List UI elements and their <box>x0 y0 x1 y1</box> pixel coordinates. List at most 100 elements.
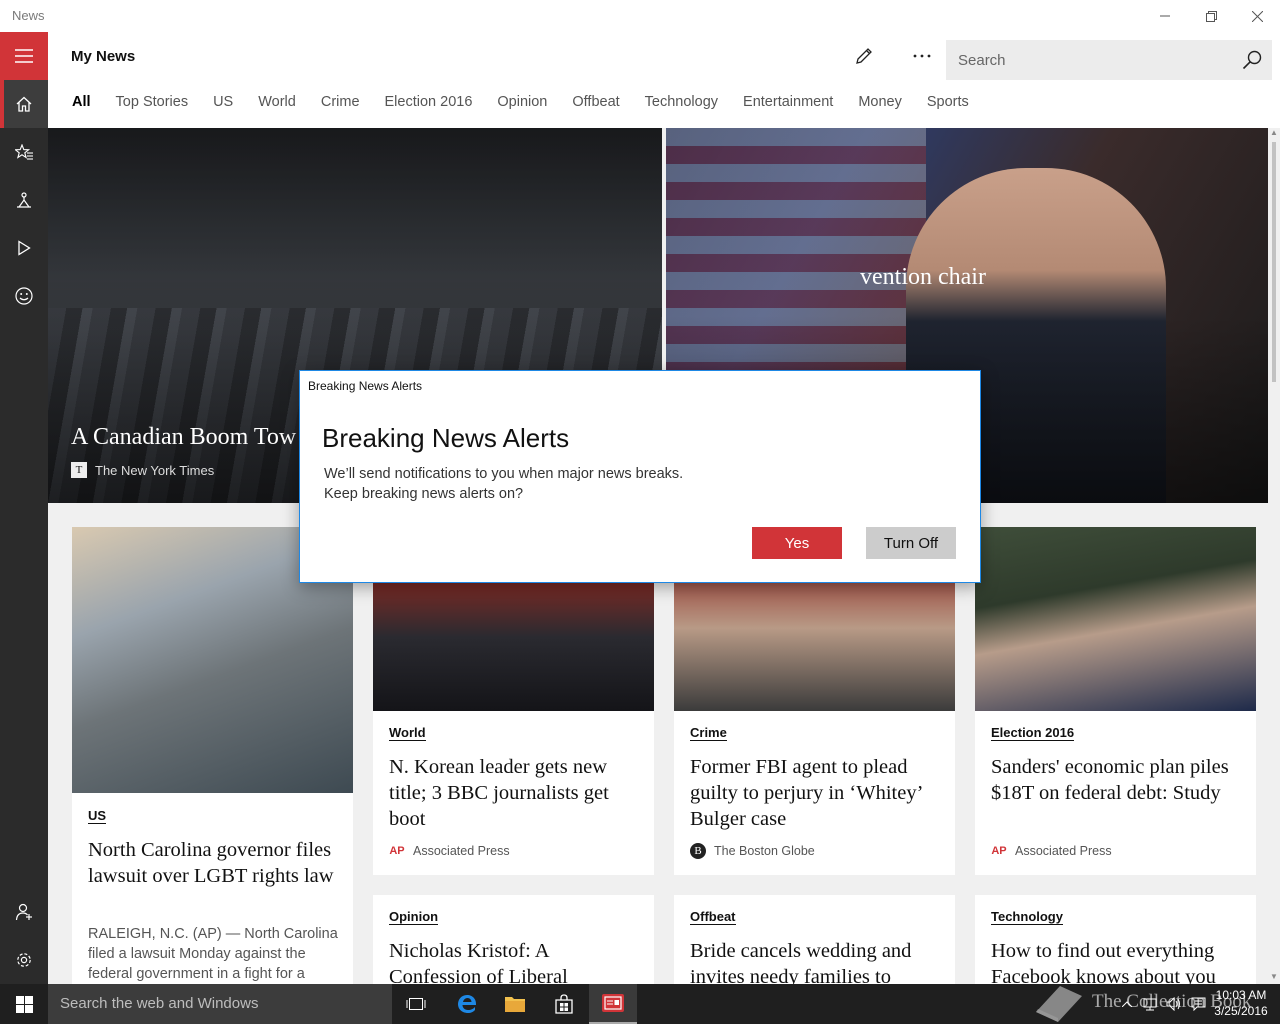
ap-logo-icon: AP <box>389 845 405 857</box>
news-card-category[interactable]: US <box>88 808 107 824</box>
edge-icon <box>458 995 477 1013</box>
news-card-snippet: RALEIGH, N.C. (AP) — North Carolina file… <box>88 926 338 982</box>
tab-opinion[interactable]: Opinion <box>497 94 547 118</box>
scroll-up-icon[interactable]: ▲ <box>1270 128 1278 137</box>
news-card-category[interactable]: Election 2016 <box>991 725 1075 741</box>
book-logo-icon <box>1036 986 1082 1022</box>
dialog-heading: Breaking News Alerts <box>322 423 570 453</box>
yes-button[interactable]: Yes <box>752 527 842 559</box>
tab-top-stories[interactable]: Top Stories <box>116 94 189 118</box>
rail-item-account[interactable] <box>0 888 48 936</box>
favorites-icon <box>15 144 33 160</box>
rail-item-favorites[interactable] <box>0 128 48 176</box>
dialog-question: Keep breaking news alerts on? <box>324 486 524 502</box>
news-card-headline: N. Korean leader gets new title; 3 BBC j… <box>389 756 609 830</box>
tab-election-2016[interactable]: Election 2016 <box>385 94 473 118</box>
news-card[interactable]: Offbeat Bride cancels wedding and invite… <box>674 895 955 984</box>
news-card-source: AP Associated Press <box>389 843 510 859</box>
news-card[interactable]: Election 2016 Sanders' economic plan pil… <box>975 527 1256 875</box>
taskbar-store[interactable] <box>540 984 588 1024</box>
news-card-source-name: Associated Press <box>413 844 510 858</box>
clock-time: 10:03 AM <box>1215 988 1267 1002</box>
task-view-button[interactable] <box>392 984 440 1024</box>
clock-date: 3/25/2016 <box>1214 1004 1268 1018</box>
tab-all[interactable]: All <box>72 94 91 118</box>
close-button[interactable] <box>1234 0 1280 32</box>
news-card-image <box>975 527 1256 711</box>
rail-item-local[interactable] <box>0 176 48 224</box>
volume-button[interactable] <box>1164 984 1184 1024</box>
notification-icon <box>1191 997 1205 1011</box>
more-options-button[interactable] <box>906 44 938 68</box>
news-card-source-name: The Boston Globe <box>714 844 815 858</box>
close-icon <box>1251 10 1263 22</box>
news-card-category[interactable]: World <box>389 725 426 741</box>
boston-globe-logo-icon: B <box>690 843 706 859</box>
news-card-category[interactable]: Technology <box>991 909 1063 925</box>
rail-item-video[interactable] <box>0 224 48 272</box>
tray-overflow-button[interactable] <box>1118 984 1136 1024</box>
news-card-source-name: Associated Press <box>1015 844 1112 858</box>
app-header: My News All Top Stories US World Crime E… <box>48 32 1280 128</box>
minimize-button[interactable] <box>1142 0 1188 32</box>
taskbar-search-box[interactable]: Search the web and Windows <box>48 984 392 1024</box>
chevron-up-icon <box>1122 1001 1132 1007</box>
tab-crime[interactable]: Crime <box>321 94 360 118</box>
news-card[interactable]: Technology How to find out everything Fa… <box>975 895 1256 984</box>
search-button[interactable] <box>1232 40 1272 80</box>
news-card-category[interactable]: Opinion <box>389 909 439 925</box>
scroll-down-icon[interactable]: ▼ <box>1270 972 1278 981</box>
taskbar-clock[interactable]: 10:03 AM 3/25/2016 <box>1206 987 1276 1019</box>
page-title: My News <box>71 48 136 65</box>
tab-us[interactable]: US <box>213 94 233 118</box>
navigation-rail <box>0 32 48 984</box>
tab-entertainment[interactable]: Entertainment <box>743 94 833 118</box>
rail-item-interests[interactable] <box>0 272 48 320</box>
taskbar-edge[interactable] <box>443 984 491 1024</box>
network-icon <box>1143 998 1157 1011</box>
account-icon <box>15 903 32 921</box>
window-titlebar: News <box>0 0 1280 32</box>
dialog-message: We’ll send notifications to you when maj… <box>324 466 684 482</box>
video-icon <box>18 240 31 256</box>
hero-left-source-name: The New York Times <box>95 462 215 478</box>
search-input[interactable] <box>946 40 1236 80</box>
edit-button[interactable] <box>848 44 880 68</box>
turn-off-button[interactable]: Turn Off <box>866 527 956 559</box>
hamburger-menu-button[interactable] <box>0 32 48 80</box>
news-card-headline: How to find out everything Facebook know… <box>991 940 1216 984</box>
tab-technology[interactable]: Technology <box>645 94 718 118</box>
start-button[interactable] <box>0 984 48 1024</box>
news-card-headline: Bride cancels wedding and invites needy … <box>690 940 912 984</box>
news-card-category[interactable]: Offbeat <box>690 909 736 925</box>
rail-item-home[interactable] <box>0 80 48 128</box>
search-icon <box>1242 50 1262 70</box>
taskbar-news[interactable] <box>589 984 637 1024</box>
rail-item-settings[interactable] <box>0 936 48 984</box>
news-card[interactable]: Opinion Nicholas Kristof: A Confession o… <box>373 895 654 984</box>
tab-money[interactable]: Money <box>858 94 902 118</box>
news-card-headline: North Carolina governor files lawsuit ov… <box>88 839 334 887</box>
hero-right-headline: vention chair <box>860 264 986 290</box>
taskbar-file-explorer[interactable] <box>491 984 539 1024</box>
network-button[interactable] <box>1140 984 1160 1024</box>
tab-offbeat[interactable]: Offbeat <box>572 94 619 118</box>
action-center-button[interactable] <box>1188 984 1208 1024</box>
tab-world[interactable]: World <box>258 94 296 118</box>
news-card-headline: Sanders' economic plan piles $18T on fed… <box>991 756 1229 804</box>
tab-sports[interactable]: Sports <box>927 94 969 118</box>
scrollbar[interactable]: ▲ ▼ <box>1268 128 1280 984</box>
settings-icon <box>17 953 31 967</box>
news-card[interactable]: US North Carolina governor files lawsuit… <box>72 527 353 984</box>
scroll-thumb[interactable] <box>1272 142 1276 382</box>
task-view-icon <box>406 998 426 1010</box>
news-card-category[interactable]: Crime <box>690 725 727 741</box>
restore-button[interactable] <box>1188 0 1234 32</box>
news-card-headline: Nicholas Kristof: A Confession of Libera… <box>389 940 568 984</box>
dialog-titlebar: Breaking News Alerts <box>308 379 423 393</box>
category-tabs: All Top Stories US World Crime Election … <box>72 94 994 118</box>
breaking-news-dialog: Breaking News Alerts Breaking News Alert… <box>299 370 981 583</box>
hamburger-icon <box>15 49 33 63</box>
window-title: News <box>12 8 45 23</box>
home-icon <box>16 96 32 112</box>
